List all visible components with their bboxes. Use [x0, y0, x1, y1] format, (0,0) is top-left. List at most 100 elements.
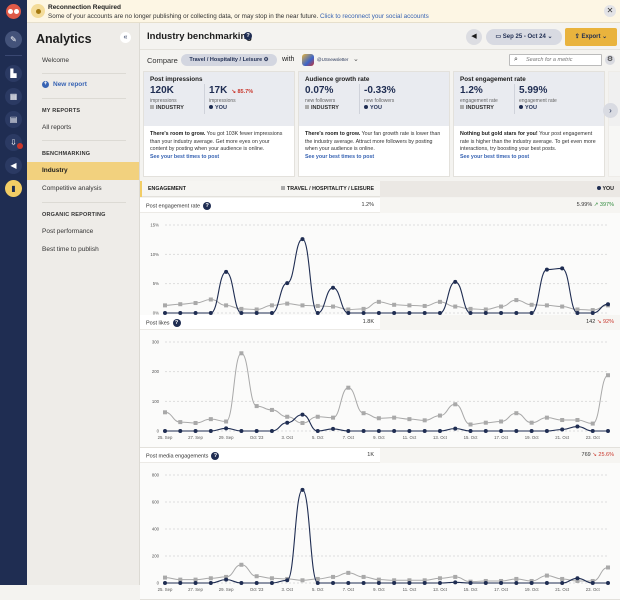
- industry-data-point[interactable]: [529, 420, 534, 425]
- you-data-point[interactable]: [193, 429, 198, 433]
- next-cards-button[interactable]: ›: [603, 103, 618, 118]
- help-icon[interactable]: ?: [244, 32, 252, 40]
- industry-data-point[interactable]: [239, 306, 244, 311]
- industry-data-point[interactable]: [514, 576, 519, 581]
- you-data-point[interactable]: [483, 429, 488, 433]
- export-button[interactable]: ⇪ Export ⌄: [565, 28, 617, 46]
- you-data-point[interactable]: [361, 429, 366, 433]
- industry-data-point[interactable]: [269, 576, 274, 581]
- help-icon[interactable]: ?: [211, 452, 220, 460]
- you-data-point[interactable]: [453, 426, 458, 431]
- industry-data-point[interactable]: [606, 373, 610, 378]
- you-data-point[interactable]: [178, 429, 183, 433]
- you-data-point[interactable]: [224, 426, 229, 431]
- megaphone-icon[interactable]: ◀: [5, 157, 22, 174]
- sidebar-item-best-time[interactable]: Best time to publish: [27, 241, 139, 259]
- industry-data-point[interactable]: [483, 307, 488, 312]
- industry-data-point[interactable]: [300, 578, 305, 583]
- best-times-link[interactable]: See your best times to post: [305, 154, 443, 162]
- you-data-point[interactable]: [499, 581, 504, 585]
- industry-data-point[interactable]: [285, 301, 290, 306]
- industry-data-point[interactable]: [208, 417, 213, 422]
- you-data-point[interactable]: [331, 426, 336, 431]
- you-data-point[interactable]: [224, 577, 229, 582]
- gear-icon[interactable]: ⚙: [605, 55, 615, 65]
- you-data-point[interactable]: [422, 429, 427, 433]
- industry-data-point[interactable]: [193, 301, 198, 306]
- you-data-point[interactable]: [529, 581, 534, 585]
- industry-data-point[interactable]: [315, 414, 320, 419]
- help-icon[interactable]: ?: [203, 202, 212, 210]
- you-data-point[interactable]: [468, 429, 473, 433]
- you-data-point[interactable]: [285, 578, 290, 583]
- you-data-point[interactable]: [575, 576, 580, 581]
- compose-icon[interactable]: ✎: [5, 31, 22, 48]
- you-data-point[interactable]: [544, 429, 549, 433]
- industry-data-point[interactable]: [468, 422, 473, 427]
- industry-data-point[interactable]: [346, 385, 351, 390]
- you-data-point[interactable]: [178, 581, 183, 585]
- industry-data-point[interactable]: [193, 420, 198, 425]
- you-data-point[interactable]: [239, 581, 244, 585]
- you-data-point[interactable]: [300, 412, 305, 417]
- industry-data-point[interactable]: [437, 413, 442, 418]
- close-banner-button[interactable]: ✕: [604, 5, 616, 17]
- you-data-point[interactable]: [544, 581, 549, 585]
- you-data-point[interactable]: [606, 429, 610, 433]
- you-data-point[interactable]: [606, 302, 610, 307]
- industry-data-point[interactable]: [254, 404, 259, 409]
- best-times-link[interactable]: See your best times to post: [150, 154, 288, 162]
- you-data-point[interactable]: [437, 429, 442, 433]
- you-data-point[interactable]: [422, 581, 427, 585]
- industry-data-point[interactable]: [499, 419, 504, 424]
- industry-data-point[interactable]: [178, 420, 183, 425]
- industry-data-point[interactable]: [499, 304, 504, 309]
- dashboard-icon[interactable]: ▦: [5, 88, 22, 105]
- industry-data-point[interactable]: [361, 306, 366, 311]
- you-data-point[interactable]: [254, 581, 259, 585]
- sidebar-item-all-reports[interactable]: All reports: [27, 119, 139, 137]
- sidebar-item-industry[interactable]: Industry: [27, 162, 139, 180]
- industry-data-point[interactable]: [437, 576, 442, 581]
- sidebar-item-competitive-analysis[interactable]: Competitive analysis: [27, 180, 139, 198]
- industry-data-point[interactable]: [422, 418, 427, 423]
- sidebar-item-welcome[interactable]: Welcome: [27, 52, 139, 70]
- you-data-point[interactable]: [208, 429, 213, 433]
- industry-data-point[interactable]: [361, 574, 366, 579]
- you-data-point[interactable]: [269, 581, 274, 585]
- you-data-point[interactable]: [529, 429, 534, 433]
- you-data-point[interactable]: [407, 581, 412, 585]
- you-data-point[interactable]: [590, 581, 595, 585]
- announcements-button[interactable]: ◀: [466, 29, 482, 45]
- industry-data-point[interactable]: [453, 574, 458, 579]
- industry-data-point[interactable]: [606, 565, 610, 570]
- industry-data-point[interactable]: [285, 414, 290, 419]
- industry-data-point[interactable]: [239, 351, 244, 356]
- help-icon[interactable]: ?: [172, 319, 181, 327]
- you-data-point[interactable]: [468, 581, 473, 585]
- industry-data-point[interactable]: [331, 304, 336, 309]
- industry-data-point[interactable]: [163, 303, 167, 308]
- metric-search-input[interactable]: ⌕ Search for a metric: [509, 54, 602, 66]
- industry-data-point[interactable]: [376, 416, 381, 421]
- industry-data-point[interactable]: [544, 573, 549, 578]
- industry-data-point[interactable]: [269, 303, 274, 308]
- you-data-point[interactable]: [163, 581, 167, 585]
- industry-data-point[interactable]: [331, 574, 336, 579]
- you-data-point[interactable]: [437, 581, 442, 585]
- industry-data-point[interactable]: [269, 407, 274, 412]
- you-data-point[interactable]: [315, 581, 320, 585]
- industry-data-point[interactable]: [376, 299, 381, 304]
- industry-data-point[interactable]: [453, 304, 458, 309]
- industry-data-point[interactable]: [544, 415, 549, 420]
- best-times-link[interactable]: See your best times to post: [460, 154, 598, 162]
- you-data-point[interactable]: [575, 424, 580, 429]
- hootsuite-logo[interactable]: [0, 0, 27, 23]
- industry-data-point[interactable]: [468, 306, 473, 311]
- you-data-point[interactable]: [285, 420, 290, 425]
- reconnect-link[interactable]: Click to reconnect your social accounts: [320, 13, 429, 20]
- industry-data-point[interactable]: [254, 307, 259, 312]
- new-report-button[interactable]: + New report: [42, 81, 87, 88]
- you-data-point[interactable]: [254, 429, 259, 433]
- you-data-point[interactable]: [560, 581, 565, 585]
